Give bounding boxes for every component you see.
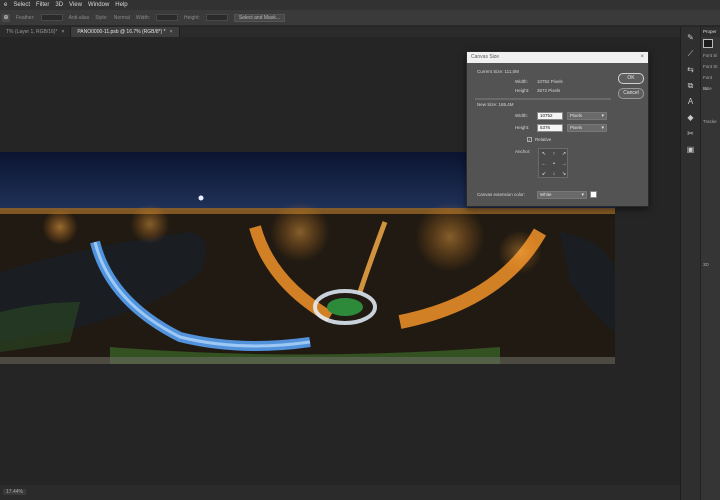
- cancel-button[interactable]: Cancel: [618, 88, 644, 99]
- width-input[interactable]: 10752: [537, 112, 563, 120]
- tab-label: PANO0000-11.psb @ 16.7% (RGB/8*) *: [77, 29, 166, 35]
- anchor-grid[interactable]: ↖ ↑ ↗ ← • → ↙ ↓ ↘: [538, 148, 568, 178]
- panel-row: [701, 127, 720, 138]
- width-label: Width:: [515, 113, 528, 118]
- current-width-label: Width:: [515, 79, 528, 84]
- height-label: Height:: [184, 14, 200, 21]
- status-bar: 17.44%: [0, 485, 680, 500]
- width-label: Width:: [135, 14, 151, 21]
- extension-color-swatch[interactable]: [590, 191, 597, 198]
- right-tool-strip: ✎ ⟋ ⇆ ⧉ A ◆ ✂ ▣: [680, 27, 700, 500]
- anchor-bottom-icon[interactable]: ↓: [549, 169, 559, 179]
- shape-icon[interactable]: ◆: [686, 113, 696, 123]
- frame-icon[interactable]: ▣: [686, 145, 696, 155]
- anti-alias-label[interactable]: Anti-alias: [69, 15, 90, 21]
- anchor-top-icon[interactable]: ↑: [549, 149, 559, 159]
- select-and-mask-button[interactable]: Select and Mask...: [233, 13, 285, 22]
- panel-row: [701, 193, 720, 204]
- document-tabs: T% (Layer 1, RGB/16)* × PANO0000-11.psb …: [0, 27, 680, 37]
- menu-3d[interactable]: 3D: [55, 0, 63, 10]
- tab-document-1[interactable]: T% (Layer 1, RGB/16)* ×: [0, 27, 72, 37]
- ok-button[interactable]: OK: [618, 73, 644, 84]
- panel-row: [701, 248, 720, 259]
- panel-row: [701, 237, 720, 248]
- panel-row: [701, 160, 720, 171]
- panel-row: Tracke: [703, 119, 717, 124]
- feather-label: Feather:: [16, 14, 35, 21]
- menu-window[interactable]: Window: [88, 0, 109, 10]
- foreground-swatch[interactable]: [703, 39, 713, 48]
- menu-view[interactable]: View: [69, 0, 82, 10]
- close-icon[interactable]: ×: [640, 52, 644, 63]
- panel-row: [701, 94, 720, 105]
- panel-row: [701, 149, 720, 160]
- panel-row: [701, 215, 720, 226]
- panel-row: Font St: [703, 64, 718, 69]
- dialog-title: Canvas Size: [467, 52, 648, 63]
- panel-row: [701, 204, 720, 215]
- anchor-center-icon[interactable]: •: [549, 159, 559, 169]
- zoom-level[interactable]: 17.44%: [3, 489, 26, 495]
- panel-row: Font Si: [703, 53, 718, 58]
- new-size-label: New Size: 165,4M: [477, 102, 514, 107]
- divider: [475, 98, 611, 100]
- height-label: Height:: [515, 125, 530, 130]
- panel-row: Font Size: [703, 75, 713, 91]
- anchor-top-left-icon[interactable]: ↖: [539, 149, 549, 159]
- canvas-size-dialog: Canvas Size × Current Size: 111,0M Width…: [466, 51, 649, 207]
- layers-tab[interactable]: 3D: [701, 259, 720, 270]
- anchor-bottom-right-icon[interactable]: ↘: [559, 169, 569, 179]
- height-unit-select[interactable]: Pixels: [567, 124, 607, 132]
- menu-help[interactable]: Help: [115, 0, 127, 10]
- panel-row: [701, 105, 720, 116]
- extension-color-label: Canvas extension color:: [477, 192, 526, 197]
- width-unit-select[interactable]: Pixels: [567, 112, 607, 120]
- menu-filter[interactable]: Filter: [36, 0, 49, 10]
- relative-label[interactable]: Relative: [535, 137, 551, 142]
- panel-row: [701, 171, 720, 182]
- panel-row: [701, 138, 720, 149]
- height-input[interactable]: 5376: [537, 124, 563, 132]
- current-height-value: 3672 Pixels: [537, 88, 561, 93]
- panel-row: [701, 182, 720, 193]
- panel-title[interactable]: Proper: [701, 27, 720, 37]
- options-bar: ⊕ Feather: Anti-alias Style: Normal Widt…: [0, 10, 720, 26]
- extension-color-select[interactable]: White: [537, 191, 587, 199]
- width-input[interactable]: [156, 14, 179, 21]
- current-width-value: 10752 Pixels: [537, 79, 563, 84]
- current-height-label: Height:: [515, 88, 530, 93]
- tab-label: T% (Layer 1, RGB/16)*: [6, 29, 58, 35]
- anchor-top-right-icon[interactable]: ↗: [559, 149, 569, 159]
- current-size-label: Current Size: 111,0M: [477, 69, 519, 74]
- menu-edit[interactable]: e: [4, 0, 7, 10]
- clone-icon[interactable]: ⧉: [686, 81, 696, 91]
- close-icon[interactable]: ×: [170, 27, 173, 37]
- anchor-label: Anchor:: [515, 149, 531, 154]
- close-icon[interactable]: ×: [61, 27, 64, 37]
- brush-icon[interactable]: ⟋: [686, 49, 696, 59]
- marquee-tool-icon[interactable]: ⊕: [2, 13, 10, 22]
- panel-row: [701, 226, 720, 237]
- moon: [198, 195, 204, 201]
- scissors-icon[interactable]: ✂: [686, 129, 696, 139]
- properties-panel: Proper Font Si Font St Font Size Re Trac…: [700, 27, 720, 500]
- style-label: Style:: [95, 14, 108, 21]
- adjust-icon[interactable]: ⇆: [686, 65, 696, 75]
- menu-bar: e Select Filter 3D View Window Help: [0, 0, 720, 10]
- pen-tool-icon[interactable]: ✎: [686, 33, 696, 43]
- anchor-bottom-left-icon[interactable]: ↙: [539, 169, 549, 179]
- menu-select[interactable]: Select: [13, 0, 30, 10]
- height-input[interactable]: [205, 14, 228, 21]
- feather-input[interactable]: [40, 14, 63, 21]
- anchor-left-icon[interactable]: ←: [539, 159, 549, 169]
- style-select[interactable]: Normal: [114, 15, 130, 21]
- tab-document-2[interactable]: PANO0000-11.psb @ 16.7% (RGB/8*) * ×: [71, 27, 180, 37]
- relative-checkbox[interactable]: ✓: [527, 137, 532, 142]
- text-icon[interactable]: A: [686, 97, 696, 107]
- anchor-right-icon[interactable]: →: [559, 159, 569, 169]
